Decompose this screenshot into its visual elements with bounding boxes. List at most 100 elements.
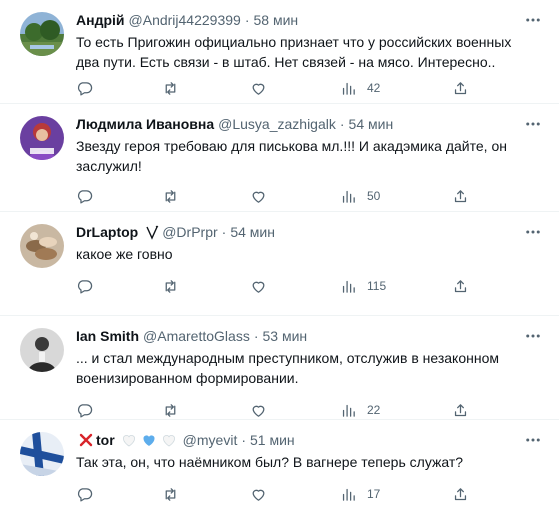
retweet-icon [165, 81, 176, 95]
views-chart-icon [342, 82, 355, 95]
reply-button[interactable] [76, 276, 93, 296]
heart-icon [252, 405, 265, 417]
tweet-header: Людмила Ивановна @Lusya_zazhigalk · 54 м… [76, 114, 543, 134]
tweet-text: ... и стал международным преступником, о… [76, 350, 500, 386]
timestamp[interactable]: 51 мин [250, 430, 295, 450]
display-name[interactable]: tor [96, 430, 115, 450]
reply-button[interactable] [76, 484, 93, 504]
more-dots-icon [526, 334, 540, 338]
retweet-button[interactable] [162, 400, 179, 420]
blue-heart-icon [141, 432, 157, 448]
more-options-button[interactable] [523, 10, 543, 30]
retweet-icon [165, 279, 176, 293]
tweet[interactable]: Андрій @Andrij44229399 · 58 мин То есть … [0, 0, 559, 104]
tweet[interactable]: Людмила Ивановна @Lusya_zazhigalk · 54 м… [0, 104, 559, 212]
tweet-feed: Андрій @Andrij44229399 · 58 мин То есть … [0, 0, 559, 514]
views-button[interactable]: 50 [340, 186, 380, 206]
retweet-icon [165, 487, 176, 501]
avatar[interactable] [20, 12, 64, 56]
avatar[interactable] [20, 432, 64, 476]
like-button[interactable] [250, 484, 267, 504]
tweet-actions: 42 [76, 78, 526, 98]
tweet-actions: 115 [76, 276, 526, 296]
tweet[interactable]: DrLaptop @DrPrpr · 54 мин какое же говно [0, 212, 559, 316]
share-button[interactable] [452, 400, 469, 420]
tweet-text: Звезду героя требоваю для писькова мл.!!… [76, 138, 507, 174]
more-options-button[interactable] [523, 326, 543, 346]
user-handle[interactable]: @DrPrpr [162, 222, 217, 242]
separator: · [253, 328, 259, 344]
retweet-button[interactable] [162, 484, 179, 504]
avatar-finland-flag-image [20, 432, 64, 476]
share-button[interactable] [452, 78, 469, 98]
views-button[interactable]: 17 [340, 484, 380, 504]
tweet-text: Так эта, он, что наёмником был? В вагнер… [76, 454, 464, 470]
tweet-actions: 50 [76, 186, 526, 206]
reply-icon [77, 279, 93, 294]
retweet-button[interactable] [162, 276, 179, 296]
share-button[interactable] [452, 276, 469, 296]
avatar-woman-image [20, 116, 64, 160]
more-dots-icon [526, 438, 540, 442]
user-handle[interactable]: @myevit [183, 430, 238, 450]
more-options-button[interactable] [523, 430, 543, 450]
tweet-header: Ian Smith @AmarettoGlass · 53 мин [76, 326, 543, 346]
share-icon [454, 403, 467, 416]
share-icon [454, 81, 467, 94]
avatar-landscape-image [20, 12, 64, 56]
share-button[interactable] [452, 484, 469, 504]
user-handle[interactable]: @Lusya_zazhigalk [218, 114, 336, 134]
display-name[interactable]: Андрій [76, 10, 125, 30]
like-button[interactable] [250, 276, 267, 296]
more-options-button[interactable] [523, 114, 543, 134]
timestamp[interactable]: 54 мин [349, 114, 394, 134]
timestamp[interactable]: 53 мин [263, 326, 308, 346]
display-name[interactable]: Ian Smith [76, 326, 139, 346]
reply-icon [77, 189, 93, 204]
user-handle[interactable]: @Andrij44229399 [129, 10, 241, 30]
red-cross-icon [78, 432, 94, 448]
share-icon [454, 279, 467, 292]
retweet-button[interactable] [162, 186, 179, 206]
timestamp[interactable]: 58 мин [253, 10, 298, 30]
retweet-icon [165, 403, 176, 417]
views-button[interactable]: 22 [340, 400, 380, 420]
like-button[interactable] [250, 400, 267, 420]
heart-icon [252, 489, 265, 501]
timestamp[interactable]: 54 мин [230, 222, 275, 242]
heart-icon [252, 191, 265, 203]
views-button[interactable]: 115 [340, 276, 386, 296]
reply-icon [77, 81, 93, 96]
views-count: 115 [367, 279, 387, 293]
avatar[interactable] [20, 116, 64, 160]
user-handle[interactable]: @AmarettoGlass [143, 326, 250, 346]
tweet-header: Андрій @Andrij44229399 · 58 мин [76, 10, 543, 30]
separator: · [339, 116, 345, 132]
display-name[interactable]: DrLaptop [76, 222, 138, 242]
more-dots-icon [526, 18, 540, 22]
tweet-text: какое же говно [76, 246, 173, 262]
retweet-button[interactable] [162, 78, 179, 98]
white-heart-icon [121, 432, 137, 448]
share-icon [454, 189, 467, 202]
display-name[interactable]: Людмила Ивановна [76, 114, 214, 134]
views-button[interactable]: 42 [340, 78, 380, 98]
more-options-button[interactable] [523, 222, 543, 242]
avatar-food-image [20, 224, 64, 268]
like-button[interactable] [250, 186, 267, 206]
like-button[interactable] [250, 78, 267, 98]
share-button[interactable] [452, 186, 469, 206]
views-chart-icon [342, 488, 355, 501]
separator: · [241, 432, 247, 448]
views-count: 42 [367, 81, 381, 95]
share-icon [454, 487, 467, 500]
avatar[interactable] [20, 328, 64, 372]
avatar[interactable] [20, 224, 64, 268]
tweet-actions: 17 [76, 484, 526, 504]
views-count: 50 [367, 189, 381, 203]
reply-button[interactable] [76, 78, 93, 98]
tweet[interactable]: Ian Smith @AmarettoGlass · 53 мин ... и … [0, 316, 559, 420]
reply-button[interactable] [76, 186, 93, 206]
tweet[interactable]: tor @myevit · 51 мин Так эта, он, что на… [0, 420, 559, 514]
reply-button[interactable] [76, 400, 93, 420]
